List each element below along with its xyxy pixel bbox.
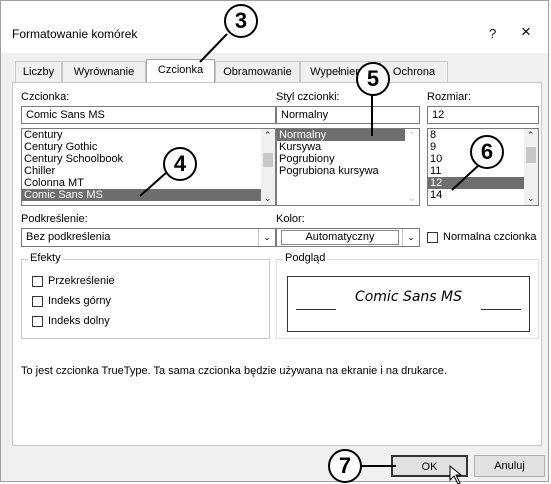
ok-label: OK [421,461,438,473]
format-cells-dialog: Formatowanie komórek ? × Liczby Wyrównan… [0,0,549,482]
size-input[interactable]: 12 [427,106,539,124]
font-list-scrollbar[interactable]: ⌃ ⌄ [261,129,275,205]
effects-group: Efekty Przekreślenie Indeks górny Indeks… [21,252,270,339]
scroll-thumb[interactable] [526,147,536,163]
size-list-item[interactable]: 14 [428,189,538,201]
tab-protection[interactable]: Ochrona [380,61,448,82]
preview-box: Comic Sans MS [287,276,530,332]
strikethrough-label: Przekreślenie [48,275,115,287]
style-input[interactable]: Normalny [276,106,420,124]
font-list-item[interactable]: Century Gothic [22,141,275,153]
subscript-label: Indeks dolny [48,315,110,327]
close-button[interactable]: × [521,22,531,42]
normal-font-checkbox[interactable] [427,232,438,243]
scroll-up-icon[interactable]: ⌃ [527,130,535,141]
scroll-thumb[interactable] [263,153,273,167]
size-list-scrollbar[interactable]: ⌃ ⌄ [524,129,538,205]
preview-group: Podgląd Comic Sans MS [276,252,539,339]
info-text: To jest czcionka TrueType. Ta sama czcio… [21,365,447,377]
chevron-down-icon[interactable]: ⌄ [402,229,419,246]
callout-5: 5 [356,62,390,96]
underline-label: Podkreślenie: [21,213,88,225]
tab-font[interactable]: Czcionka [146,59,215,82]
style-list-scrollbar[interactable]: ⌃ ⌄ [405,129,419,205]
underline-select[interactable]: Bez podkreślenia ⌄ [21,228,276,247]
dialog-title: Formatowanie komórek [12,27,138,41]
style-list-item[interactable]: Kursywa [277,141,419,153]
style-list[interactable]: Normalny Kursywa Pogrubiony Pogrubiona k… [276,128,420,206]
callout-4: 4 [163,147,197,181]
font-label: Czcionka: [21,91,70,103]
preview-line-left [296,309,336,310]
scroll-up-icon[interactable]: ⌃ [264,130,272,141]
font-list-item[interactable]: Century Schoolbook [22,153,275,165]
font-list-item[interactable]: Century [22,129,275,141]
cancel-button[interactable]: Anuluj [474,455,545,477]
callout-7: 7 [328,449,362,483]
callout-3: 3 [224,4,258,38]
color-select[interactable]: Automatyczny ⌄ [276,228,420,247]
scroll-up-icon[interactable]: ⌃ [408,130,416,141]
strikethrough-checkbox[interactable] [32,276,43,287]
superscript-label: Indeks górny [48,295,111,307]
color-label: Kolor: [276,213,305,225]
scroll-down-icon[interactable]: ⌄ [408,193,416,204]
style-list-item-selected[interactable]: Normalny [277,129,405,141]
chevron-down-icon[interactable]: ⌄ [258,229,275,246]
tab-border[interactable]: Obramowanie [215,61,300,82]
title-bar: Formatowanie komórek ? × [1,1,548,53]
tab-numbers[interactable]: Liczby [15,61,62,82]
style-list-item[interactable]: Pogrubiona kursywa [277,165,419,177]
color-value: Automatyczny [281,230,399,245]
tab-alignment[interactable]: Wyrównanie [62,61,146,82]
superscript-checkbox[interactable] [32,296,43,307]
preview-title: Podgląd [283,252,328,264]
ok-button[interactable]: OK [391,455,468,477]
font-list-item[interactable]: Colonna MT [22,177,275,189]
font-list[interactable]: Century Century Gothic Century Schoolboo… [21,128,276,206]
scroll-down-icon[interactable]: ⌄ [527,193,535,204]
scroll-down-icon[interactable]: ⌄ [264,193,272,204]
help-button[interactable]: ? [489,26,496,41]
style-list-item[interactable]: Pogrubiony [277,153,419,165]
preview-text: Comic Sans MS [354,289,463,305]
font-panel: Czcionka: Comic Sans MS Century Century … [12,82,542,446]
subscript-checkbox[interactable] [32,316,43,327]
effects-title: Efekty [28,252,63,264]
size-label: Rozmiar: [427,91,472,103]
style-label: Styl czcionki: [276,91,340,103]
normal-font-label: Normalna czcionka [443,231,537,243]
font-list-item-selected[interactable]: Comic Sans MS [22,189,261,201]
size-list-item-selected[interactable]: 12 [428,177,524,189]
preview-line-right [481,309,521,310]
callout-6: 6 [470,135,504,169]
font-list-item[interactable]: Chiller [22,165,275,177]
font-input[interactable]: Comic Sans MS [21,106,276,124]
underline-value: Bez podkreślenia [26,231,111,243]
